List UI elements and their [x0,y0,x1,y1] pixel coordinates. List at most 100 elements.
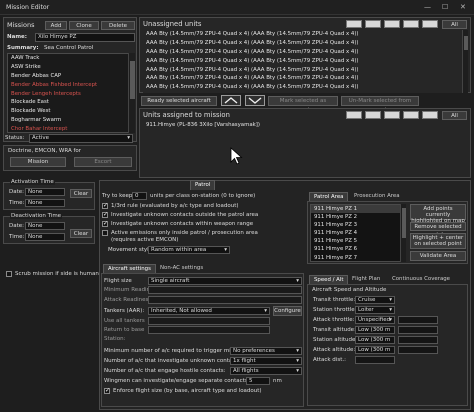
enforce-flight-checkbox[interactable] [104,387,110,394]
mission-list-item[interactable]: Blockade West [8,107,134,116]
mission-list-item[interactable]: AAW Track [8,54,134,63]
min-readiness-select[interactable] [148,286,302,294]
delete-mission-button[interactable]: Delete [101,21,135,30]
unassigned-unit-row[interactable]: AAA Bty (14.5mm/79 ZPU-4 Quad x 4) (AAA … [143,30,467,39]
unmark-escorts-button[interactable]: Un-Mark selected from escorts [341,96,419,113]
mission-list-item[interactable]: Bogharmar Swarm [8,116,134,125]
wingmen-range-input[interactable]: 5 [246,377,270,385]
clone-mission-button[interactable]: Clone [69,21,99,30]
attack-speed-input[interactable] [398,316,438,324]
mission-list-item[interactable]: Blockade East [8,98,134,107]
minimize-icon[interactable]: — [424,3,431,11]
missions-list[interactable]: AAW Track ASW Strike Bender Abbas CAP Bende… [7,53,135,133]
assigned-submarine-filter-icon[interactable] [365,111,381,119]
station-altitude-input[interactable] [398,336,438,344]
activation-clear-button[interactable]: Clear [70,189,92,198]
mission-list-item[interactable]: Chor Bahar Intercept [8,125,134,132]
unassigned-unit-row[interactable]: AAA Bty (14.5mm/79 ZPU-4 Quad x 4) (AAA … [143,39,467,48]
ready-aircraft-button[interactable]: Ready selected aircraft [141,96,217,106]
satellite-filter-icon[interactable] [422,20,438,28]
assigned-all-button[interactable]: All [442,111,467,120]
area-point-row[interactable]: 911 Himye PZ 2 [311,213,405,221]
transit-altitude-select[interactable]: Low (300 m [355,326,395,334]
assigned-facility-filter-icon[interactable] [403,111,419,119]
area-scroll-thumb[interactable] [402,208,406,238]
assigned-satellite-filter-icon[interactable] [422,111,438,119]
highlight-point-button[interactable]: Highlight + center on selected point [410,233,466,249]
assigned-unit-row[interactable]: 911.Himye (PL-836 3Xilo [Varshasyamak]) [143,121,467,130]
area-point-row[interactable]: 911 Himye PZ 7 [311,254,405,261]
unassigned-units-list[interactable]: AAA Bty (14.5mm/79 ZPU-4 Quad x 4) (AAA … [143,30,467,93]
unassigned-scroll-thumb[interactable] [464,36,468,50]
area-points-list[interactable]: 911 Himye PZ 1 911 Himye PZ 2 911 Himye PZ… [310,204,406,262]
unassigned-unit-row[interactable]: AAA Bty (14.5mm/79 ZPU-4 Quad x 4) (AAA … [143,66,467,75]
area-point-row[interactable]: 911 Himye PZ 4 [311,229,405,237]
validate-area-button[interactable]: Validate Area [410,251,466,261]
station-throttle-select[interactable]: Loiter ▾ [355,306,395,314]
tab-continuous-coverage[interactable]: Continuous Coverage [388,275,454,284]
tab-prosecution-area[interactable]: Prosecution Area [350,192,404,201]
num-engage-select[interactable]: All flights ▾ [230,367,302,375]
deactivation-time-input[interactable]: None [25,233,65,241]
invest-outside-checkbox[interactable] [102,211,108,218]
station-altitude-select[interactable]: Low (300 m [355,336,395,344]
emissions-checkbox[interactable] [102,230,108,236]
deactivation-clear-button[interactable]: Clear [70,229,92,238]
missions-scrollbar[interactable] [128,53,135,133]
maximize-icon[interactable]: ☐ [442,3,448,11]
doctrine-mission-button[interactable]: Mission [10,157,66,167]
assigned-aircraft-filter-icon[interactable] [384,111,400,119]
move-up-button[interactable] [221,95,241,106]
min-trigger-select[interactable]: No preferences ▾ [230,347,302,355]
scrub-checkbox[interactable] [6,271,12,277]
add-points-button[interactable]: Add points currently highlighted on map [410,204,466,224]
movement-select[interactable]: Random within area ▾ [148,246,230,254]
assigned-units-list[interactable]: 911.Himye (PL-836 3Xilo [Varshasyamak]) [143,121,467,175]
doctrine-escort-button[interactable]: Escort [74,157,132,167]
attack-altitude-input[interactable] [398,346,438,354]
attack-distance-input[interactable] [355,356,395,364]
area-point-row[interactable]: 911 Himye PZ 6 [311,245,405,253]
try-keep-input[interactable]: 0 [132,192,147,200]
area-point-row[interactable]: 911 Himye PZ 5 [311,237,405,245]
area-point-row[interactable]: 911 Himye PZ 3 [311,221,405,229]
transit-throttle-select[interactable]: Cruise ▾ [355,296,395,304]
add-mission-button[interactable]: Add [45,21,67,30]
rtb-select[interactable] [148,326,270,334]
attack-throttle-select[interactable]: Unspecified ▾ [355,316,395,324]
area-scrollbar[interactable] [400,204,406,262]
activation-time-input[interactable]: None [25,199,65,207]
tankers-select[interactable]: Inherited, Not allowed ▾ [148,307,270,315]
attack-altitude-select[interactable]: Low (300 m [355,346,395,354]
transit-altitude-input[interactable] [398,326,438,334]
mission-list-item[interactable]: Bender Abbas CAP [8,72,134,81]
activation-date-input[interactable]: None [25,188,65,196]
assigned-ship-filter-icon[interactable] [346,111,362,119]
missions-scroll-thumb[interactable] [130,61,135,99]
close-icon[interactable]: ✕ [460,3,466,11]
mission-list-item[interactable]: Bender Lengeh Intercepts [8,90,134,99]
unassigned-unit-row[interactable]: AAA Bty (14.5mm/79 ZPU-4 Quad x 4) (AAA … [143,48,467,57]
mission-name-input[interactable]: Xilo Himye PZ [35,33,135,42]
area-point-row[interactable]: 911 Himye PZ 1 [311,205,405,214]
mission-list-item[interactable]: ASW Strike [8,63,134,72]
configure-button[interactable]: Configure [273,306,302,316]
attack-readiness-select[interactable] [148,296,302,304]
invest-weapon-checkbox[interactable] [102,220,108,227]
status-select[interactable]: Active ▾ [29,134,133,143]
move-down-button[interactable] [245,95,265,106]
num-investigate-select[interactable]: 1x flight ▾ [230,357,302,365]
unassigned-unit-row[interactable]: AAA Bty (14.5mm/79 ZPU-4 Quad x 4) (AAA … [143,57,467,66]
unassigned-scrollbar[interactable] [462,30,468,93]
flight-size-select[interactable]: Single aircraft ▾ [148,277,302,285]
tab-flight-plan[interactable]: Flight Plan [348,275,384,284]
unassigned-unit-row[interactable]: AAA Bty (14.5mm/79 ZPU-4 Quad x 4) (AAA … [143,83,467,92]
use-tankers-select[interactable] [148,317,270,325]
facility-filter-icon[interactable] [403,20,419,28]
unassigned-all-button[interactable]: All [442,20,467,29]
mark-escorts-button[interactable]: Mark selected as escorts [268,96,338,113]
deactivation-date-input[interactable]: None [25,222,65,230]
mission-list-item[interactable]: Bender Abbas Fishbed Intercept [8,81,134,90]
unassigned-unit-row[interactable]: AAA Bty (14.5mm/79 ZPU-4 Quad x 4) (AAA … [143,74,467,83]
remove-points-button[interactable]: Remove selected points [410,222,466,238]
